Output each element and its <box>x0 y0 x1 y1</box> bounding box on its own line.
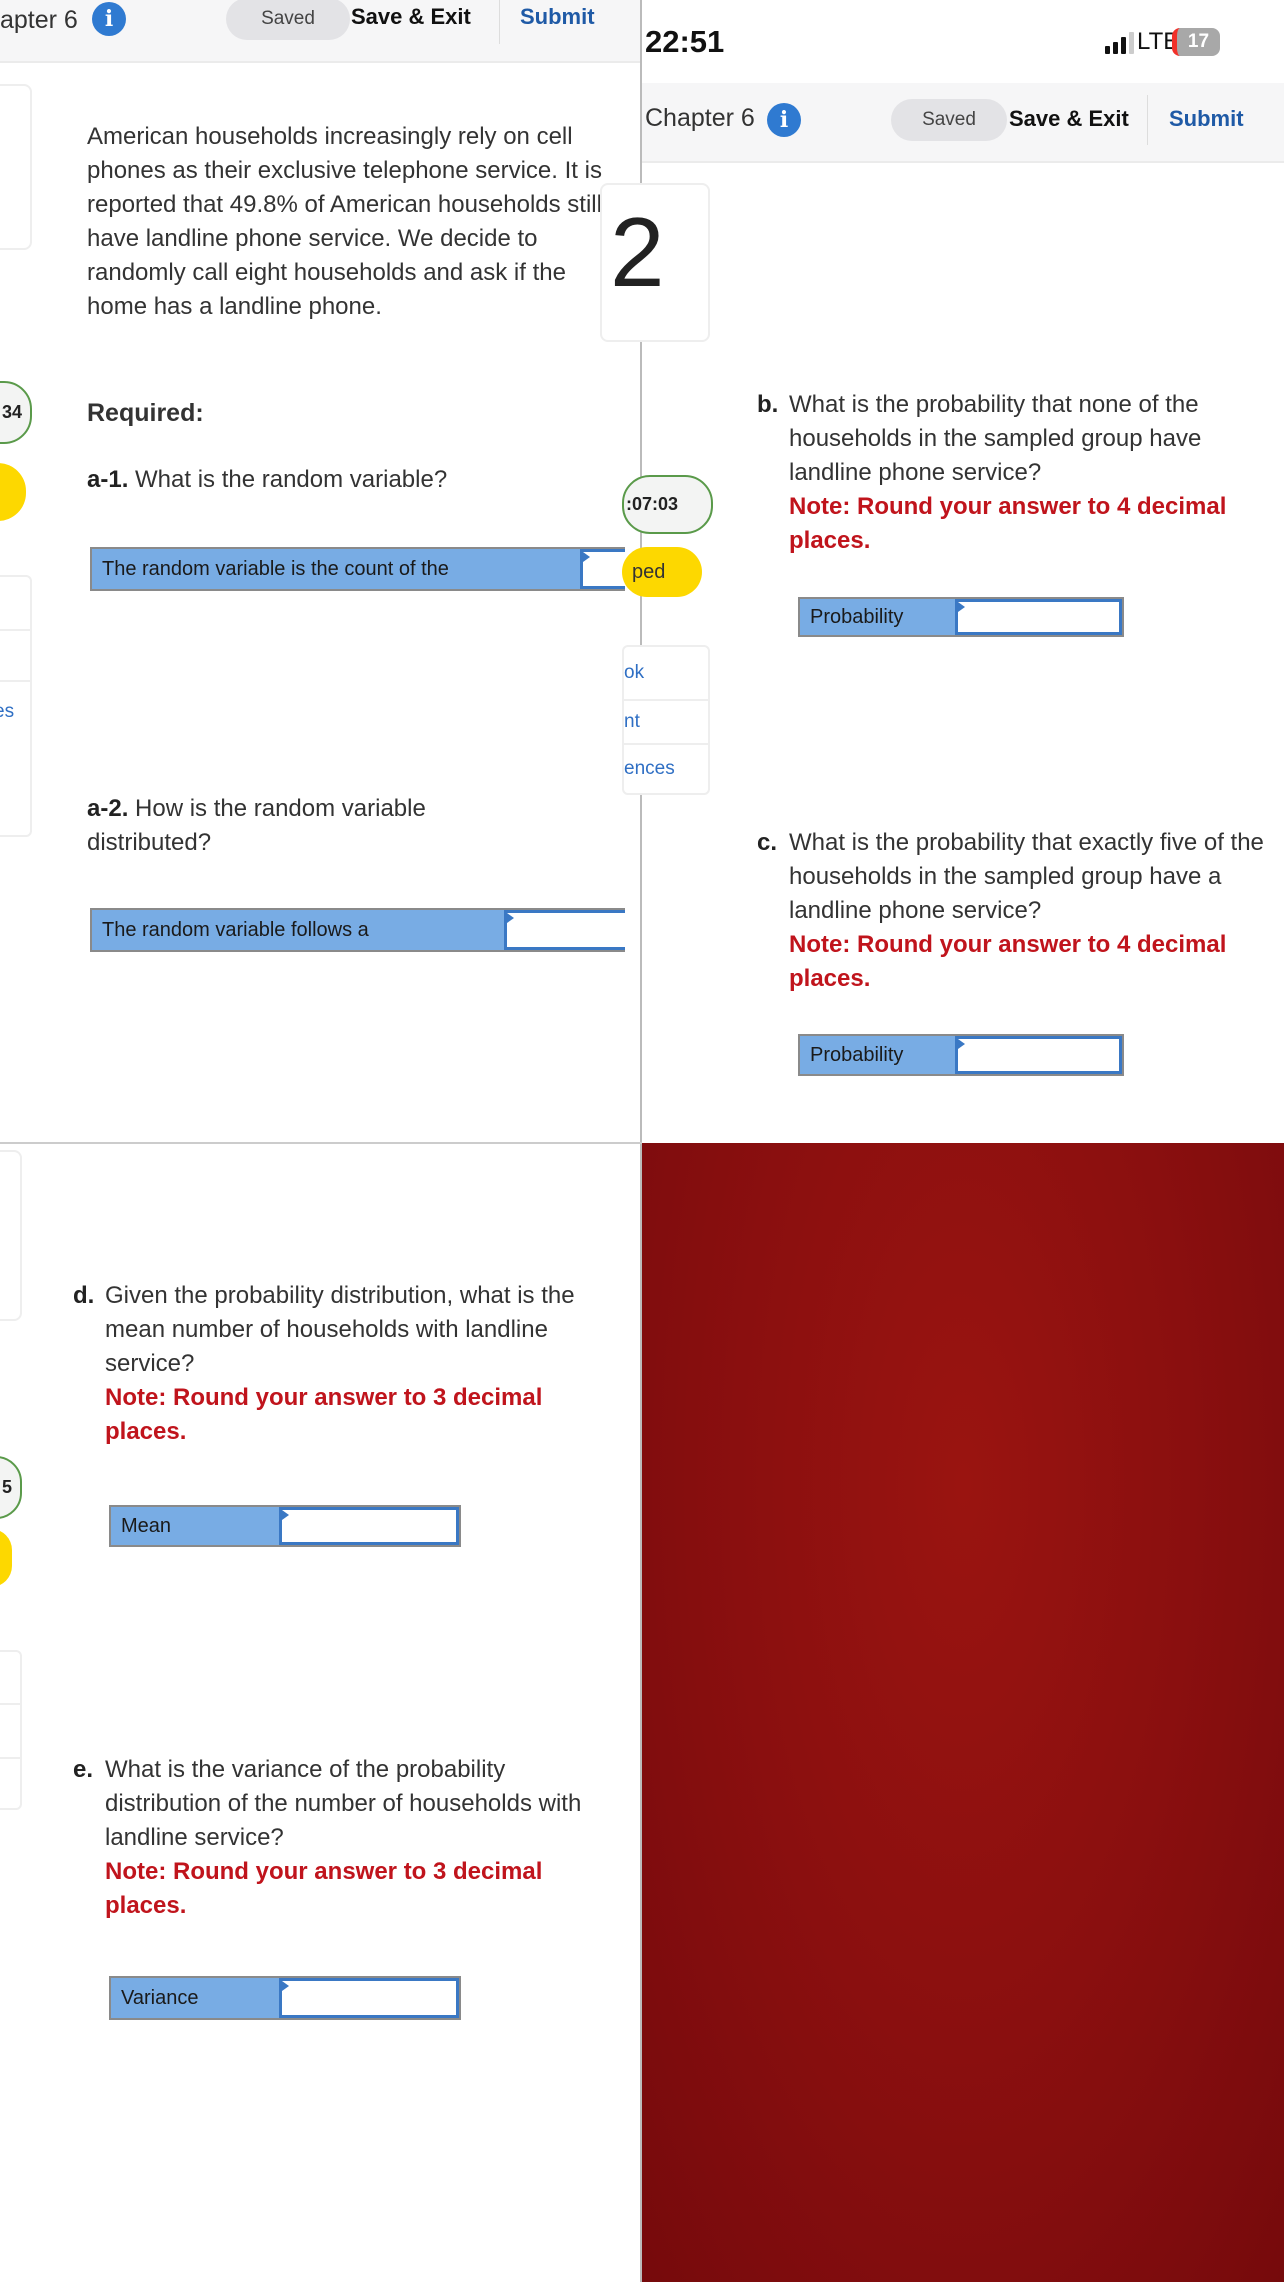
probability-input-b[interactable] <box>955 599 1122 635</box>
question-e: e. What is the variance of the probabili… <box>73 1753 618 1923</box>
question-a2: a-2. How is the random variable distribu… <box>87 792 547 860</box>
chapter-title: apter 6 <box>0 6 78 34</box>
question-text: How is the random variable distributed? <box>87 795 426 856</box>
side-link[interactable] <box>0 1652 20 1705</box>
saved-status: Saved <box>891 99 1007 141</box>
note-text: Note: Round your answer to 3 decimal pla… <box>105 1384 543 1445</box>
side-link[interactable]: es <box>0 682 30 742</box>
question-label: c. <box>757 829 778 856</box>
chapter-title: Chapter 6 <box>645 104 755 132</box>
answer-c: Probability <box>798 1034 1124 1076</box>
question-number-card: 2 <box>600 183 710 342</box>
note-text: Note: Round your answer to 4 decimal pla… <box>789 931 1227 992</box>
panel-divider <box>0 1142 642 1144</box>
answer-a1: The random variable is the count of the <box>90 547 625 591</box>
side-links-left: es <box>0 575 32 837</box>
red-background <box>642 1143 1284 2282</box>
save-exit-button[interactable]: Save & Exit <box>351 4 471 30</box>
side-link[interactable] <box>0 1705 20 1759</box>
question-card <box>0 1150 22 1321</box>
skipped-badge <box>0 1529 12 1587</box>
info-icon[interactable]: i <box>767 103 801 137</box>
variance-input[interactable] <box>279 1978 459 2018</box>
score-pill: 34 <box>0 381 32 444</box>
save-exit-button[interactable]: Save & Exit <box>1009 106 1129 132</box>
answer-dropdown-a2[interactable] <box>504 910 625 950</box>
question-label: e. <box>73 1756 94 1783</box>
answer-a2: The random variable follows a <box>90 908 625 952</box>
answer-dropdown-a1[interactable] <box>580 549 625 589</box>
side-links-right: ok nt ences <box>622 645 710 795</box>
note-text: Note: Round your answer to 4 decimal pla… <box>789 493 1227 554</box>
saved-status: Saved <box>226 0 350 40</box>
question-text: What is the random variable? <box>128 466 448 493</box>
divider <box>499 0 500 44</box>
divider <box>1147 95 1148 145</box>
side-links-left <box>0 1650 22 1810</box>
probability-input-c[interactable] <box>955 1036 1122 1074</box>
answer-label: Probability <box>810 1043 904 1066</box>
skipped-badge <box>0 463 26 521</box>
mean-input[interactable] <box>279 1507 459 1545</box>
question-a1: a-1. What is the random variable? <box>87 463 447 497</box>
timer-pill: :07:03 <box>622 475 713 534</box>
submit-button[interactable]: Submit <box>520 4 595 30</box>
answer-label: The random variable follows a <box>102 918 369 941</box>
side-link[interactable] <box>0 1759 20 1808</box>
side-link[interactable] <box>0 631 30 682</box>
info-icon[interactable]: i <box>92 2 126 36</box>
side-link-references[interactable]: ences <box>624 745 708 793</box>
question-text: What is the probability that none of the… <box>789 391 1202 486</box>
intro-text: American households increasingly rely on… <box>87 123 602 320</box>
question-label: b. <box>757 391 779 418</box>
question-text: Given the probability distribution, what… <box>105 1282 575 1377</box>
question-b: b. What is the probability that none of … <box>757 388 1277 558</box>
side-link[interactable] <box>0 577 30 631</box>
answer-d: Mean <box>109 1505 461 1547</box>
question-number: 2 <box>610 197 665 307</box>
score-pill: 5 <box>0 1456 22 1519</box>
answer-e: Variance <box>109 1976 461 2020</box>
answer-label: Mean <box>121 1514 172 1537</box>
question-text: What is the variance of the probability … <box>105 1756 582 1851</box>
question-text: What is the probability that exactly fiv… <box>789 829 1264 924</box>
note-text: Note: Round your answer to 3 decimal pla… <box>105 1858 543 1919</box>
question-d: d. Given the probability distribution, w… <box>73 1279 618 1449</box>
question-card <box>0 84 32 250</box>
answer-label: Probability <box>810 605 904 628</box>
side-link-print[interactable]: nt <box>624 701 708 745</box>
status-time: 22:51 <box>645 24 725 59</box>
question-label: a-2. <box>87 795 129 822</box>
answer-label: Variance <box>121 1986 199 2009</box>
answer-label: The random variable is the count of the <box>102 557 449 580</box>
answer-b: Probability <box>798 597 1124 637</box>
question-label: d. <box>73 1282 95 1309</box>
submit-button[interactable]: Submit <box>1169 106 1244 132</box>
required-heading: Required: <box>87 399 204 427</box>
side-link-ebook[interactable]: ok <box>624 647 708 701</box>
question-label: a-1. <box>87 466 129 493</box>
battery-icon: 17 <box>1172 28 1220 56</box>
signal-icon <box>1105 30 1134 54</box>
question-c: c. What is the probability that exactly … <box>757 826 1277 996</box>
skipped-badge: ped <box>622 547 702 597</box>
